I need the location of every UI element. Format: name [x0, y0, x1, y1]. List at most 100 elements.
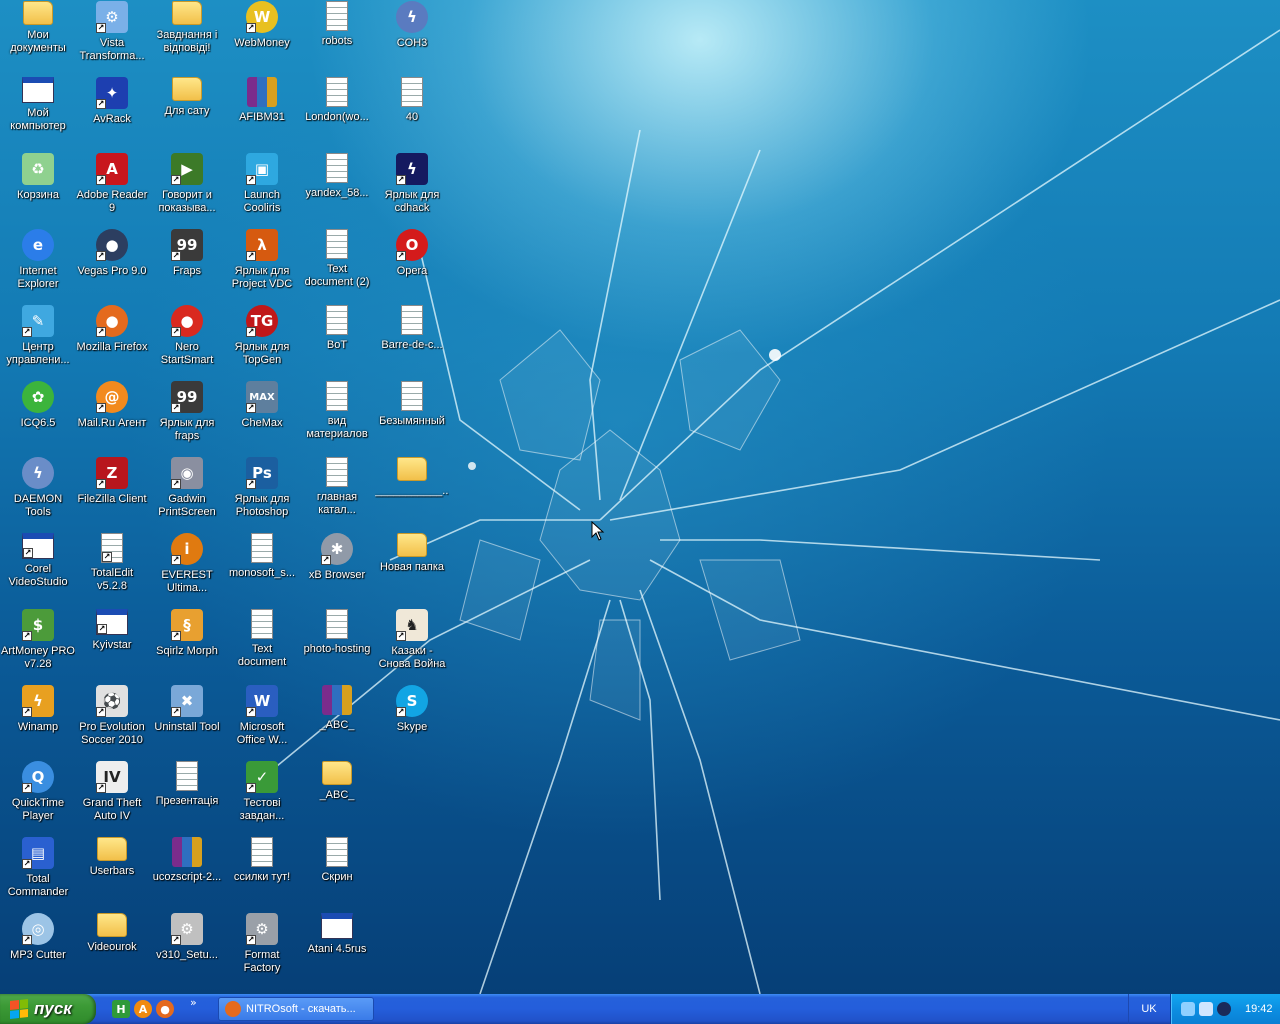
- desktop-icon[interactable]: Завднання і відповіді!: [149, 0, 225, 76]
- desktop-icon[interactable]: Новая папка: [374, 532, 450, 608]
- desktop-icon[interactable]: robots: [299, 0, 375, 76]
- desktop-icon[interactable]: IV ↗ Grand Theft Auto IV: [74, 760, 150, 836]
- folder-icon: [97, 837, 127, 861]
- desktop-icon[interactable]: i ↗ EVEREST Ultima...: [149, 532, 225, 608]
- desktop-icon[interactable]: ucozscript-2...: [149, 836, 225, 912]
- desktop-icon[interactable]: ♻ Корзина: [0, 152, 76, 228]
- clock[interactable]: 19:42: [1245, 1003, 1273, 1015]
- desktop-icon[interactable]: Text document: [224, 608, 300, 684]
- volume-icon[interactable]: [1217, 1002, 1231, 1016]
- desktop-icon[interactable]: Barre-de-c...: [374, 304, 450, 380]
- desktop-icon[interactable]: ◉ ↗ Gadwin PrintScreen: [149, 456, 225, 532]
- taskbar-button-firefox[interactable]: NITROsoft - скачать...: [218, 997, 374, 1021]
- desktop-icon[interactable]: monosoft_s...: [224, 532, 300, 608]
- desktop-icon[interactable]: ◎ ↗ MP3 Cutter: [0, 912, 76, 988]
- desktop-icon-label: Тестові завдан...: [239, 797, 285, 822]
- desktop-icon[interactable]: 99 ↗ Fraps: [149, 228, 225, 304]
- desktop-icon[interactable]: ↗ TotalEdit v5.2.8: [74, 532, 150, 608]
- desktop-icon[interactable]: ● ↗ Mozilla Firefox: [74, 304, 150, 380]
- desktop-icon[interactable]: ϟ ↗ Winamp: [0, 684, 76, 760]
- desktop-icon[interactable]: Videourok: [74, 912, 150, 988]
- desktop-icon[interactable]: ✦ ↗ AvRack: [74, 76, 150, 152]
- desktop-icon[interactable]: MAX ↗ CheMax: [224, 380, 300, 456]
- desktop-icon[interactable]: A ↗ Adobe Reader 9: [74, 152, 150, 228]
- desktop-icon[interactable]: Atani 4.5rus: [299, 912, 375, 988]
- desktop-icon[interactable]: Безымянный: [374, 380, 450, 456]
- total-commander-icon: ▤ ↗: [22, 837, 54, 869]
- desktop-icon[interactable]: e Internet Explorer: [0, 228, 76, 304]
- desktop-icon[interactable]: Ps ↗ Ярлык для Photoshop: [224, 456, 300, 532]
- desktop-icon[interactable]: Q ↗ QuickTime Player: [0, 760, 76, 836]
- desktop-icon[interactable]: ✖ ↗ Uninstall Tool: [149, 684, 225, 760]
- desktop-icon[interactable]: 40: [374, 76, 450, 152]
- desktop-icon[interactable]: @ ↗ Mail.Ru Агент: [74, 380, 150, 456]
- desktop-icon[interactable]: Text document (2): [299, 228, 375, 304]
- desktop-icon[interactable]: ↗ Kyivstar: [74, 608, 150, 684]
- desktop-icon[interactable]: главная катал...: [299, 456, 375, 532]
- desktop-icon[interactable]: ссилки тут!: [224, 836, 300, 912]
- desktop-icon[interactable]: ✿ ICQ6.5: [0, 380, 76, 456]
- desktop-icon-label: Завднання і відповіді!: [156, 29, 218, 54]
- desktop-icon[interactable]: W ↗ Microsoft Office W...: [224, 684, 300, 760]
- desktop-icon-label: Barre-de-c...: [381, 339, 443, 351]
- quick-launch-chevron-icon[interactable]: »: [190, 996, 197, 1009]
- desktop-icon[interactable]: ϟ DAEMON Tools Lite: [0, 456, 76, 532]
- desktop-icon[interactable]: ▶ ↗ Говорит и показыва...: [149, 152, 225, 228]
- desktop-icon[interactable]: § ↗ Sqirlz Morph: [149, 608, 225, 684]
- shortcut-arrow-icon: ↗: [96, 251, 106, 261]
- desktop-icon-label: photo-hosting: [303, 643, 371, 655]
- desktop-icon[interactable]: Z ↗ FileZilla Client: [74, 456, 150, 532]
- desktop-icon[interactable]: $ ↗ ArtMoney PRO v7.28: [0, 608, 76, 684]
- presentation-doc-icon: [176, 761, 198, 791]
- avast-icon[interactable]: A: [134, 1000, 152, 1018]
- desktop-icon[interactable]: _ABC_: [299, 760, 375, 836]
- desktop-icon[interactable]: photo-hosting: [299, 608, 375, 684]
- desktop-icon[interactable]: AFIBM31: [224, 76, 300, 152]
- desktop-icon[interactable]: ↗ Corel VideoStudio 12: [0, 532, 76, 608]
- desktop-icon[interactable]: Скрин: [299, 836, 375, 912]
- desktop-icon[interactable]: _ABC_: [299, 684, 375, 760]
- desktop-icon[interactable]: London(wo...: [299, 76, 375, 152]
- desktop-icon[interactable]: TG ↗ Ярлык для TopGen: [224, 304, 300, 380]
- desktop-icon[interactable]: ♞ ↗ Казаки - Снова Война: [374, 608, 450, 684]
- desktop-icon[interactable]: Для сату: [149, 76, 225, 152]
- desktop[interactable]: Мои документы Мой компьютер ♻ Корзина e Inter…: [0, 0, 1280, 994]
- desktop-icon[interactable]: ✎ ↗ Центр управлени...: [0, 304, 76, 380]
- desktop-icon[interactable]: ▤ ↗ Total Commander: [0, 836, 76, 912]
- desktop-icon[interactable]: S ↗ Skype: [374, 684, 450, 760]
- desktop-icon[interactable]: O ↗ Opera: [374, 228, 450, 304]
- shortcut-arrow-icon: ↗: [96, 23, 106, 33]
- desktop-icon-label: Говорит и показыва...: [158, 189, 216, 214]
- display-icon[interactable]: [1199, 1002, 1213, 1016]
- desktop-icon[interactable]: 99 ↗ Ярлык для fraps: [149, 380, 225, 456]
- desktop-icon[interactable]: Презентація: [149, 760, 225, 836]
- desktop-icon[interactable]: ϟ ↗ Ярлык для cdhack: [374, 152, 450, 228]
- network-icon[interactable]: [1181, 1002, 1195, 1016]
- desktop-icon[interactable]: yandex_58...: [299, 152, 375, 228]
- desktop-icon[interactable]: вид материалов: [299, 380, 375, 456]
- desktop-icon[interactable]: ___________...: [374, 456, 450, 532]
- desktop-icon[interactable]: Userbars: [74, 836, 150, 912]
- desktop-icon[interactable]: ⚽ ↗ Pro Evolution Soccer 2010: [74, 684, 150, 760]
- start-button[interactable]: пуск: [0, 994, 96, 1024]
- desktop-icon-label: Opera: [396, 265, 428, 277]
- desktop-icon[interactable]: ⚙ ↗ Vista Transforma...: [74, 0, 150, 76]
- desktop-icon[interactable]: Мой компьютер: [0, 76, 76, 152]
- folder-icon: [397, 457, 427, 481]
- desktop-icon[interactable]: ▣ ↗ Launch Cooliris: [224, 152, 300, 228]
- firefox-icon[interactable]: ●: [156, 1000, 174, 1018]
- language-indicator[interactable]: UK: [1128, 994, 1169, 1024]
- desktop-icon[interactable]: ● ↗ Nero StartSmart: [149, 304, 225, 380]
- desktop-icon[interactable]: ⚙ ↗ v310_Setu...: [149, 912, 225, 988]
- desktop-icon[interactable]: λ ↗ Ярлык для Project VDC: [224, 228, 300, 304]
- desktop-icon[interactable]: ✱ ↗ xB Browser: [299, 532, 375, 608]
- shortcut-arrow-icon: ↗: [102, 552, 112, 562]
- desktop-icon[interactable]: Мои документы: [0, 0, 76, 76]
- desktop-icon[interactable]: ● ↗ Vegas Pro 9.0: [74, 228, 150, 304]
- desktop-icon[interactable]: BoT: [299, 304, 375, 380]
- show-desktop-icon[interactable]: H: [112, 1000, 130, 1018]
- desktop-icon[interactable]: ✓ ↗ Тестові завдан...: [224, 760, 300, 836]
- desktop-icon[interactable]: ⚙ ↗ Format Factory: [224, 912, 300, 988]
- desktop-icon[interactable]: ϟ COH3: [374, 0, 450, 76]
- desktop-icon[interactable]: W ↗ WebMoney: [224, 0, 300, 76]
